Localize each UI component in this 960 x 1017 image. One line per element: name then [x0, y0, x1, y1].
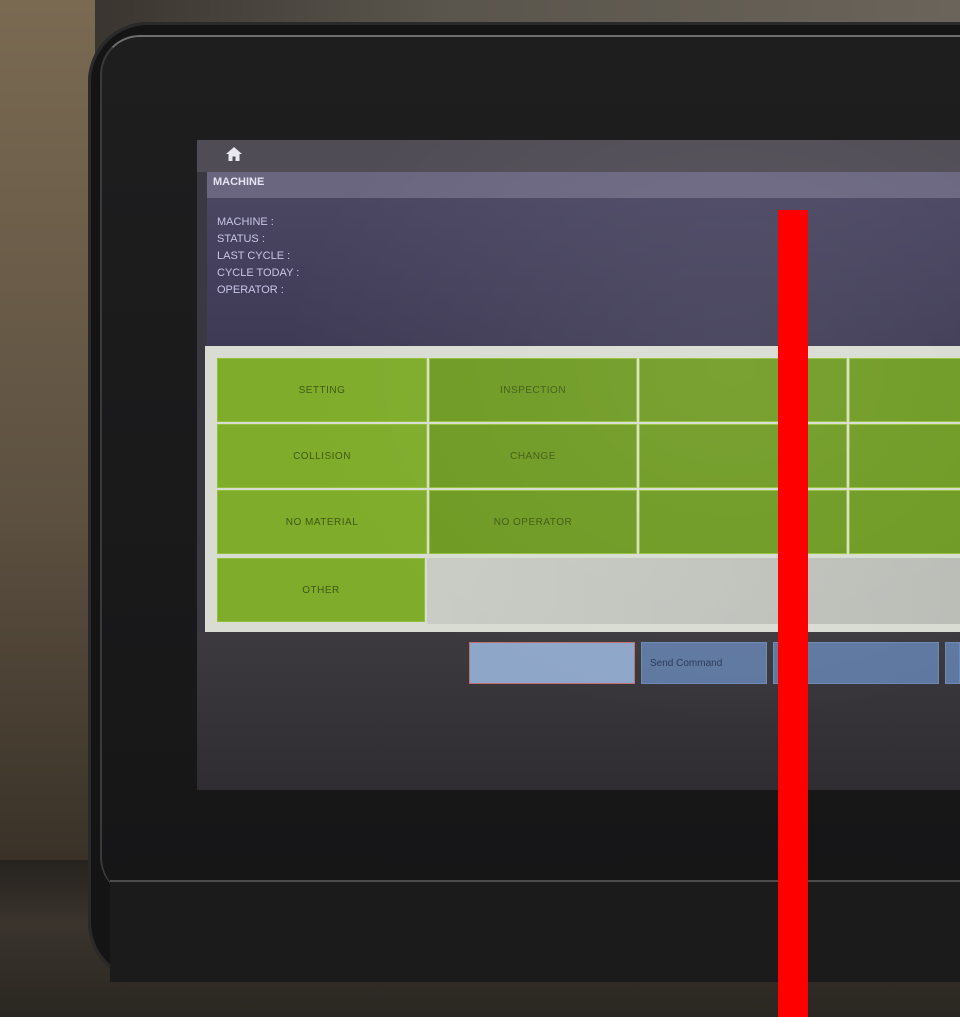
app-title: MACHINE — [213, 176, 265, 188]
title-bar: MACHINE — [207, 172, 960, 199]
inspection-button[interactable]: INSPECTION — [429, 358, 637, 422]
red-overlay-bar — [778, 210, 808, 1017]
grid-button-r3c3[interactable] — [639, 490, 847, 554]
machine-info-panel: MACHINE : STATUS : LAST CYCLE : CYCLE TO… — [207, 198, 960, 348]
home-icon[interactable] — [225, 146, 243, 162]
grid-button-r1c3[interactable] — [639, 358, 847, 422]
info-cycle-today: CYCLE TODAY : — [217, 267, 300, 279]
reason-button-grid: SETTING INSPECTION COLLISION CHANGE NO M… — [205, 346, 960, 632]
grid-button-r2c3[interactable] — [639, 424, 847, 488]
grid-button-r1c4[interactable] — [849, 358, 960, 422]
no-material-button[interactable]: NO MATERIAL — [217, 490, 427, 554]
change-button[interactable]: CHANGE — [429, 424, 637, 488]
action-button-1[interactable] — [469, 642, 635, 684]
status-bar — [197, 140, 960, 172]
send-command-button[interactable]: Send Command — [641, 642, 767, 684]
info-left-column: MACHINE : STATUS : LAST CYCLE : CYCLE TO… — [217, 214, 299, 299]
info-status: STATUS : — [217, 233, 265, 245]
photo-scene: MACHINE MACHINE : STATUS : LAST CYCLE : … — [0, 0, 960, 1017]
grid-empty-area — [427, 558, 960, 624]
info-operator: OPERATOR : — [217, 284, 284, 296]
action-button-4[interactable] — [945, 642, 960, 684]
tablet-screen: MACHINE MACHINE : STATUS : LAST CYCLE : … — [197, 140, 960, 790]
tablet-bottom-edge — [110, 880, 960, 982]
background-wall — [0, 0, 95, 860]
no-operator-button[interactable]: NO OPERATOR — [429, 490, 637, 554]
other-button[interactable]: OTHER — [217, 558, 425, 622]
info-last-cycle: LAST CYCLE : — [217, 250, 291, 262]
grid-button-r2c4[interactable] — [849, 424, 960, 488]
collision-button[interactable]: COLLISION — [217, 424, 427, 488]
setting-button[interactable]: SETTING — [217, 358, 427, 422]
action-panel: Send Command — [197, 632, 960, 790]
info-machine: MACHINE : — [217, 216, 274, 228]
grid-button-r3c4[interactable] — [849, 490, 960, 554]
